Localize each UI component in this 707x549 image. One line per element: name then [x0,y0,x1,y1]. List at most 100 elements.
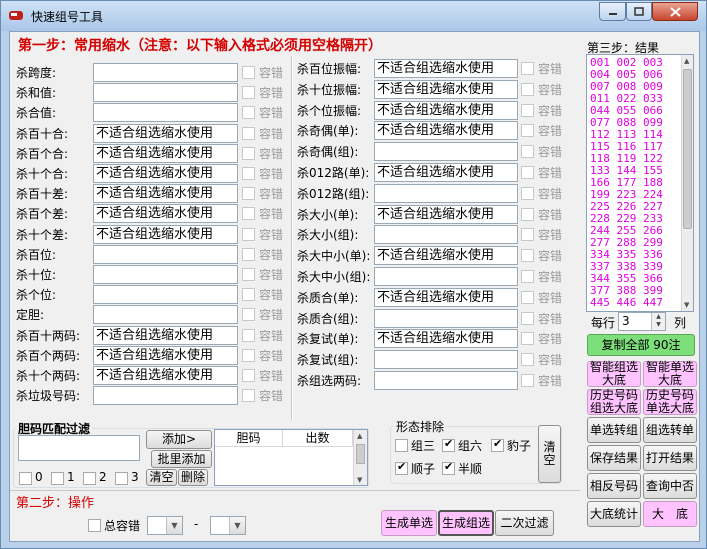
generate-group-button[interactable]: 生成组选 [438,510,494,536]
left-8-tolerance-checkbox[interactable] [242,227,255,241]
left-1-input[interactable] [93,83,238,103]
dan-count-1-checkbox[interactable] [51,472,64,485]
right-6-input[interactable] [374,183,518,203]
batch-add-button[interactable]: 批里添加 [151,450,212,468]
side-button-0-1[interactable]: 智能单选 大底 [643,361,697,387]
dan-column-header[interactable]: 胆码 [215,430,283,447]
right-4-input[interactable] [374,142,518,162]
left-7-tolerance-checkbox[interactable] [242,207,255,221]
result-list[interactable]: 001 002 003 004 005 006 007 008 009 011 022… [586,54,694,312]
left-10-tolerance-checkbox[interactable] [242,268,255,281]
left-0-tolerance-checkbox[interactable] [242,66,255,79]
copy-all-button[interactable]: 复制全部 90注 [587,334,695,356]
left-9-input[interactable] [93,244,238,264]
side-button-4-0[interactable]: 相反号码 [587,473,641,499]
left-16-tolerance-checkbox[interactable] [242,389,255,403]
right-1-tolerance-checkbox[interactable] [521,82,534,96]
shape-option-1-checkbox[interactable] [442,437,455,452]
clear-dan-button[interactable]: 清空 [146,469,177,486]
right-7-tolerance-checkbox[interactable] [521,207,534,221]
left-5-tolerance-checkbox[interactable] [242,167,255,180]
left-3-tolerance-checkbox[interactable] [242,126,255,140]
maximize-button[interactable] [626,2,652,21]
right-5-tolerance-checkbox[interactable] [521,166,534,179]
spinner-arrows-icon[interactable]: ▲ ▼ [651,313,665,330]
per-row-spinner[interactable]: 3 ▲ ▼ [618,312,666,331]
right-5-input[interactable]: 不适合组选缩水使用 [374,163,518,182]
right-9-tolerance-checkbox[interactable] [521,249,534,263]
left-0-input[interactable] [93,63,238,82]
delete-dan-button[interactable]: 删除 [178,469,208,486]
right-12-input[interactable] [374,308,518,328]
minimize-button[interactable] [599,2,626,21]
right-8-input[interactable] [374,225,518,245]
left-5-input[interactable]: 不适合组选缩水使用 [93,164,238,183]
left-1-tolerance-checkbox[interactable] [242,86,255,100]
right-15-input[interactable] [374,371,518,390]
right-2-tolerance-checkbox[interactable] [521,103,534,117]
shape-option-2-checkbox[interactable] [491,437,504,452]
shape-clear-button[interactable]: 清 空 [538,425,561,483]
tolerance-min-select[interactable]: ▼ [147,516,183,535]
close-button[interactable] [652,2,698,21]
left-16-input[interactable] [93,386,238,406]
right-11-input[interactable]: 不适合组选缩水使用 [374,287,518,307]
right-2-input[interactable]: 不适合组选缩水使用 [374,100,518,120]
right-0-input[interactable]: 不适合组选缩水使用 [374,59,518,78]
shape-option-0-checkbox[interactable] [395,439,408,452]
left-14-input[interactable]: 不适合组选缩水使用 [93,345,238,365]
side-button-5-1[interactable]: 大 底 [643,501,697,527]
side-button-4-1[interactable]: 查询中否 [643,473,697,499]
right-3-input[interactable]: 不适合组选缩水使用 [374,121,518,141]
left-11-tolerance-checkbox[interactable] [242,288,255,302]
scroll-thumb[interactable] [356,444,365,464]
left-10-input[interactable] [93,265,238,284]
left-7-input[interactable]: 不适合组选缩水使用 [93,204,238,224]
left-6-tolerance-checkbox[interactable] [242,187,255,201]
title-bar[interactable]: 快速组号工具 [1,1,706,31]
side-button-2-0[interactable]: 单选转组 [587,417,641,443]
dan-count-0-checkbox[interactable] [19,472,32,485]
right-8-tolerance-checkbox[interactable] [521,228,534,242]
side-button-0-0[interactable]: 智能组选 大底 [587,361,641,387]
left-15-input[interactable]: 不适合组选缩水使用 [93,366,238,385]
side-button-3-0[interactable]: 保存结果 [587,445,641,471]
dan-list[interactable]: 胆码 出数 ▲ ▼ [214,429,368,486]
right-0-tolerance-checkbox[interactable] [521,62,534,75]
dan-code-input[interactable] [18,435,140,461]
right-7-input[interactable]: 不适合组选缩水使用 [374,204,518,224]
right-3-tolerance-checkbox[interactable] [521,124,534,138]
tolerance-max-select[interactable]: ▼ [210,516,246,535]
right-10-input[interactable] [374,267,518,286]
right-12-tolerance-checkbox[interactable] [521,311,534,325]
right-6-tolerance-checkbox[interactable] [521,186,534,200]
right-14-tolerance-checkbox[interactable] [521,353,534,367]
left-12-input[interactable] [93,305,238,325]
dan-count-3-checkbox[interactable] [115,472,128,485]
generate-single-button[interactable]: 生成单选 [381,510,437,536]
right-11-tolerance-checkbox[interactable] [521,290,534,304]
right-1-input[interactable]: 不适合组选缩水使用 [374,79,518,99]
left-8-input[interactable]: 不适合组选缩水使用 [93,224,238,244]
dan-list-scrollbar[interactable]: ▲ ▼ [353,430,367,485]
left-9-tolerance-checkbox[interactable] [242,247,255,261]
right-9-input[interactable]: 不适合组选缩水使用 [374,246,518,266]
right-10-tolerance-checkbox[interactable] [521,270,534,283]
count-column-header[interactable]: 出数 [283,430,353,447]
add-dan-button[interactable]: 添加> [146,430,212,449]
scroll-thumb[interactable] [683,69,692,229]
side-button-2-1[interactable]: 组选转单 [643,417,697,443]
total-tolerance-checkbox[interactable] [88,519,101,532]
shape-option-4-checkbox[interactable] [442,460,455,475]
left-11-input[interactable] [93,285,238,305]
right-14-input[interactable] [374,350,518,370]
side-button-1-0[interactable]: 历史号码 组选大底 [587,389,641,415]
left-4-input[interactable]: 不适合组选缩水使用 [93,143,238,163]
left-13-input[interactable]: 不适合组选缩水使用 [93,325,238,345]
side-button-1-1[interactable]: 历史号码 单选大底 [643,389,697,415]
shape-option-3-checkbox[interactable] [395,460,408,475]
dan-count-2-checkbox[interactable] [83,472,96,485]
side-button-3-1[interactable]: 打开结果 [643,445,697,471]
left-4-tolerance-checkbox[interactable] [242,146,255,160]
right-13-input[interactable]: 不适合组选缩水使用 [374,329,518,349]
